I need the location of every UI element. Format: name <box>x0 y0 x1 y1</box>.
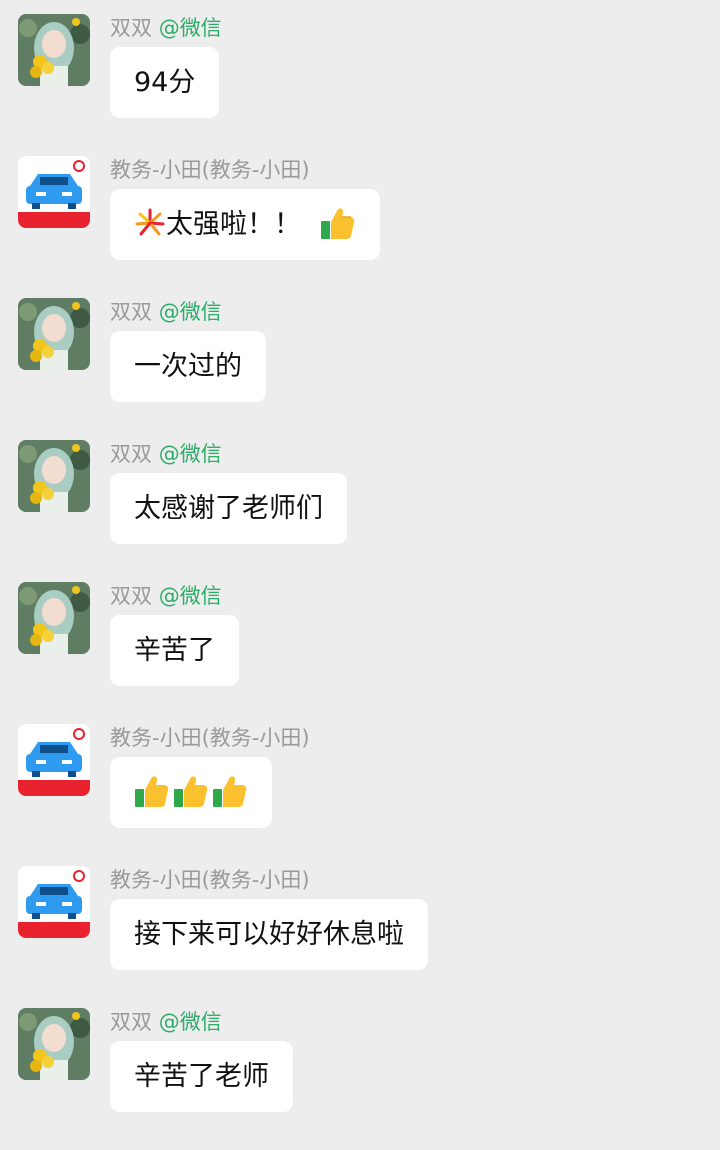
avatar-shuangshuang[interactable] <box>18 1008 90 1080</box>
message-bubble[interactable]: 太强啦！！ <box>110 189 380 260</box>
message-bubble[interactable]: 太感谢了老师们 <box>110 473 347 544</box>
message-row: 教务-小田(教务-小田) 接下来可以好好休息啦 <box>0 866 720 1008</box>
chat-message-list[interactable]: 双双 @微信 94分 教务-小田(教务-小田) 太强啦！！ 双双 @微信 一次过… <box>0 0 720 1134</box>
sender-name: 双双 @微信 <box>110 16 222 40</box>
message-row: 双双 @微信 一次过的 <box>0 298 720 440</box>
message-bubble[interactable]: 一次过的 <box>110 331 266 402</box>
sender-name: 双双 @微信 <box>110 442 222 466</box>
thumbs-up-icon <box>212 773 248 809</box>
wechat-tag: @微信 <box>158 16 222 40</box>
message-bubble[interactable] <box>110 757 272 828</box>
avatar-shuangshuang[interactable] <box>18 582 90 654</box>
message-bubble[interactable]: 94分 <box>110 47 220 118</box>
wechat-tag: @微信 <box>158 300 222 324</box>
thumbs-up-icon <box>134 773 170 809</box>
sender-name: 双双 @微信 <box>110 584 222 608</box>
avatar-xiaotian[interactable] <box>18 866 90 938</box>
sender-name: 双双 @微信 <box>110 300 222 324</box>
thumbs-up-icon <box>320 205 356 241</box>
wechat-tag: @微信 <box>158 584 222 608</box>
message-text: 94分 <box>134 67 196 98</box>
message-row: 教务-小田(教务-小田) <box>0 724 720 866</box>
message-row: 双双 @微信 辛苦了 <box>0 582 720 724</box>
fireworks-icon <box>134 207 166 239</box>
thumbs-up-icon <box>173 773 209 809</box>
message-row: 教务-小田(教务-小田) 太强啦！！ <box>0 156 720 298</box>
avatar-xiaotian[interactable] <box>18 156 90 228</box>
message-text: 太强啦！！ <box>166 209 301 240</box>
avatar-shuangshuang[interactable] <box>18 298 90 370</box>
wechat-tag: @微信 <box>158 1010 222 1034</box>
message-bubble[interactable]: 辛苦了 <box>110 615 239 686</box>
message-text: 辛苦了老师 <box>134 1061 269 1092</box>
sender-name: 教务-小田(教务-小田) <box>110 726 310 750</box>
sender-name: 教务-小田(教务-小田) <box>110 158 310 182</box>
message-text: 接下来可以好好休息啦 <box>134 919 404 950</box>
message-bubble[interactable]: 接下来可以好好休息啦 <box>110 899 428 970</box>
sender-name: 双双 @微信 <box>110 1010 222 1034</box>
avatar-xiaotian[interactable] <box>18 724 90 796</box>
message-text: 一次过的 <box>134 351 242 382</box>
message-row: 双双 @微信 太感谢了老师们 <box>0 440 720 582</box>
message-row: 双双 @微信 辛苦了老师 <box>0 1008 720 1150</box>
message-row: 双双 @微信 94分 <box>0 14 720 156</box>
message-bubble[interactable]: 辛苦了老师 <box>110 1041 293 1112</box>
avatar-shuangshuang[interactable] <box>18 440 90 512</box>
wechat-tag: @微信 <box>158 442 222 466</box>
message-text: 辛苦了 <box>134 635 215 666</box>
sender-name: 教务-小田(教务-小田) <box>110 868 310 892</box>
message-text: 太感谢了老师们 <box>134 493 323 524</box>
avatar-shuangshuang[interactable] <box>18 14 90 86</box>
